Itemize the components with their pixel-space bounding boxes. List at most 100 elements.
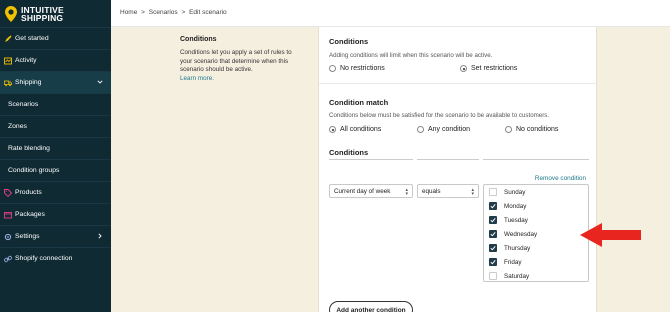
radio-label: Set restrictions xyxy=(471,65,518,72)
sidebar-item-condition-groups[interactable]: Condition groups xyxy=(0,159,111,181)
conditions-card: Conditions Adding conditions will limit … xyxy=(318,27,598,312)
checkbox[interactable] xyxy=(489,230,497,238)
radio-button[interactable] xyxy=(329,126,336,133)
day-option-sunday[interactable]: Sunday xyxy=(489,187,525,197)
top-bar: Home > Scenarios > Edit scenario xyxy=(111,0,670,27)
checkbox[interactable] xyxy=(489,272,497,280)
radio-label: No conditions xyxy=(516,126,559,133)
conditions-title: Conditions xyxy=(329,37,369,46)
condition-match-description: Conditions below must be satisfied for t… xyxy=(329,112,550,119)
chevron-right-icon xyxy=(98,233,102,239)
checkmark-icon xyxy=(490,259,496,265)
checkbox[interactable] xyxy=(489,202,497,210)
conditions-info: Conditions Conditions let you apply a se… xyxy=(180,36,302,82)
tag-icon xyxy=(4,188,12,197)
field-underline xyxy=(483,159,589,160)
checkmark-icon xyxy=(490,231,496,237)
breadcrumb-current: Edit scenario xyxy=(189,9,227,16)
day-option-friday[interactable]: Friday xyxy=(489,257,522,267)
breadcrumb-home[interactable]: Home xyxy=(120,9,137,16)
sidebar-item-rate-blending[interactable]: Rate blending xyxy=(0,137,111,159)
checkbox[interactable] xyxy=(489,188,497,196)
checkmark-icon xyxy=(490,217,496,223)
breadcrumb-separator: > xyxy=(181,9,186,16)
sidebar-item-label: Settings xyxy=(15,233,40,240)
day-label: Saturday xyxy=(504,272,530,280)
sidebar: INTUITIVE SHIPPING Get started Activity … xyxy=(0,0,111,312)
radio-button[interactable] xyxy=(505,126,512,133)
radio-label: No restrictions xyxy=(340,65,385,72)
sidebar-item-label: Shopify connection xyxy=(15,255,73,262)
checkbox[interactable] xyxy=(489,216,497,224)
field-underline xyxy=(329,159,413,160)
select-value: equals xyxy=(422,187,441,195)
condition-operator-select[interactable]: equals ▴ ▾ xyxy=(417,184,479,198)
day-label: Tuesday xyxy=(504,216,528,224)
conditions-description: Adding conditions will limit when this s… xyxy=(329,52,493,59)
select-value: Current day of week xyxy=(334,187,391,195)
sidebar-item-settings[interactable]: Settings xyxy=(0,225,111,247)
sidebar-item-scenarios[interactable]: Scenarios xyxy=(0,93,111,115)
radio-set-restrictions[interactable]: Set restrictions xyxy=(460,65,517,72)
breadcrumb-scenarios[interactable]: Scenarios xyxy=(149,9,178,16)
sidebar-item-label: Zones xyxy=(8,123,27,130)
field-underline xyxy=(417,159,479,160)
rules-title: Conditions xyxy=(329,148,369,157)
checkbox[interactable] xyxy=(489,244,497,252)
sidebar-item-label: Get started xyxy=(15,35,49,42)
day-checkbox-list: Sunday Monday Tuesday Wednesday Thursday… xyxy=(483,184,589,282)
remove-condition-link[interactable]: Remove condition xyxy=(535,175,586,182)
brand-line-2: SHIPPING xyxy=(21,13,64,23)
day-label: Monday xyxy=(504,202,527,210)
gear-icon xyxy=(4,233,12,241)
add-condition-button[interactable]: Add another condition xyxy=(329,301,413,312)
sidebar-item-label: Rate blending xyxy=(8,145,50,152)
breadcrumb-separator: > xyxy=(141,9,145,16)
info-description: Conditions let you apply a set of rules … xyxy=(180,49,292,73)
sidebar-item-label: Packages xyxy=(15,211,45,218)
main-content: Conditions Conditions let you apply a se… xyxy=(111,27,670,312)
sidebar-item-packages[interactable]: Packages xyxy=(0,203,111,225)
radio-button[interactable] xyxy=(460,65,467,72)
day-option-saturday[interactable]: Saturday xyxy=(489,271,529,281)
radio-all-conditions[interactable]: All conditions xyxy=(329,126,381,133)
select-arrows-icon: ▴ ▾ xyxy=(471,187,474,197)
condition-field-select[interactable]: Current day of week ▴ ▾ xyxy=(329,184,413,198)
day-label: Sunday xyxy=(504,188,526,196)
radio-any-condition[interactable]: Any condition xyxy=(417,126,470,133)
day-option-thursday[interactable]: Thursday xyxy=(489,243,530,253)
day-option-tuesday[interactable]: Tuesday xyxy=(489,215,528,225)
radio-button[interactable] xyxy=(417,126,424,133)
day-option-monday[interactable]: Monday xyxy=(489,201,526,211)
checkbox[interactable] xyxy=(489,258,497,266)
radio-label: All conditions xyxy=(340,126,382,133)
select-arrows-icon: ▴ ▾ xyxy=(405,187,408,197)
divider xyxy=(319,83,598,84)
learn-more-link[interactable]: Learn more. xyxy=(180,75,302,82)
sidebar-item-shipping[interactable]: Shipping xyxy=(0,71,111,93)
condition-match-title: Condition match xyxy=(329,98,389,107)
chevron-down-icon xyxy=(97,80,103,84)
truck-icon xyxy=(4,79,12,87)
day-label: Wednesday xyxy=(504,230,538,238)
sidebar-item-products[interactable]: Products xyxy=(0,181,111,203)
brand-logo[interactable]: INTUITIVE SHIPPING xyxy=(5,3,64,25)
red-arrow-icon xyxy=(580,223,641,247)
activity-icon xyxy=(4,57,12,65)
sidebar-item-label: Activity xyxy=(15,57,37,64)
checkmark-icon xyxy=(490,245,496,251)
sidebar-item-zones[interactable]: Zones xyxy=(0,115,111,137)
sidebar-item-get-started[interactable]: Get started xyxy=(0,27,111,49)
sidebar-nav: Get started Activity Shipping Scenarios … xyxy=(0,27,111,269)
radio-no-restrictions[interactable]: No restrictions xyxy=(329,65,385,72)
map-pin-icon xyxy=(5,6,17,22)
checkmark-icon xyxy=(490,203,496,209)
radio-no-conditions[interactable]: No conditions xyxy=(505,126,558,133)
rocket-icon xyxy=(4,35,12,43)
breadcrumb: Home > Scenarios > Edit scenario xyxy=(120,9,229,16)
day-option-wednesday[interactable]: Wednesday xyxy=(489,229,537,239)
sidebar-item-activity[interactable]: Activity xyxy=(0,49,111,71)
radio-button[interactable] xyxy=(329,65,336,72)
sidebar-item-label: Shipping xyxy=(15,79,42,86)
sidebar-item-shopify-connection[interactable]: Shopify connection xyxy=(0,247,111,269)
